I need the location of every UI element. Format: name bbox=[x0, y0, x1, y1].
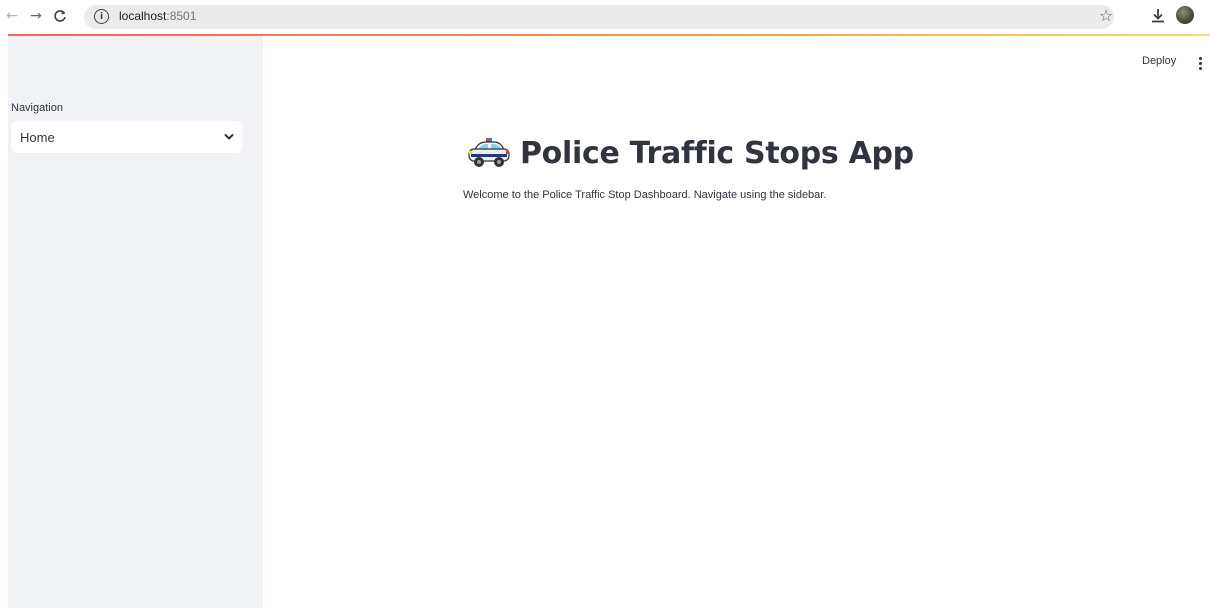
browser-toolbar: ← → i localhost:8501 ☆ bbox=[0, 0, 1210, 34]
url-text[interactable]: localhost:8501 bbox=[119, 9, 196, 23]
forward-arrow-icon[interactable]: → bbox=[26, 6, 46, 26]
profile-avatar[interactable] bbox=[1176, 6, 1194, 24]
navigation-label: Navigation bbox=[11, 102, 63, 114]
navigation-select-value: Home bbox=[20, 130, 55, 145]
download-icon[interactable] bbox=[1148, 6, 1168, 26]
page-title-row: Police Traffic Stops App bbox=[466, 133, 914, 173]
deploy-button[interactable]: Deploy bbox=[1142, 55, 1176, 67]
back-arrow-icon[interactable]: ← bbox=[2, 6, 22, 26]
police-car-icon bbox=[468, 138, 510, 167]
chevron-down-icon bbox=[224, 134, 234, 140]
sidebar: Navigation Home bbox=[8, 36, 263, 608]
info-icon[interactable]: i bbox=[94, 9, 109, 24]
more-menu-icon[interactable] bbox=[1193, 54, 1207, 72]
page-title: Police Traffic Stops App bbox=[520, 135, 914, 171]
reload-icon[interactable] bbox=[50, 6, 70, 26]
navigation-select[interactable]: Home bbox=[11, 121, 243, 153]
address-bar[interactable]: i localhost:8501 bbox=[84, 5, 1114, 29]
welcome-text: Welcome to the Police Traffic Stop Dashb… bbox=[463, 189, 827, 201]
bookmark-star-icon[interactable]: ☆ bbox=[1096, 7, 1116, 27]
